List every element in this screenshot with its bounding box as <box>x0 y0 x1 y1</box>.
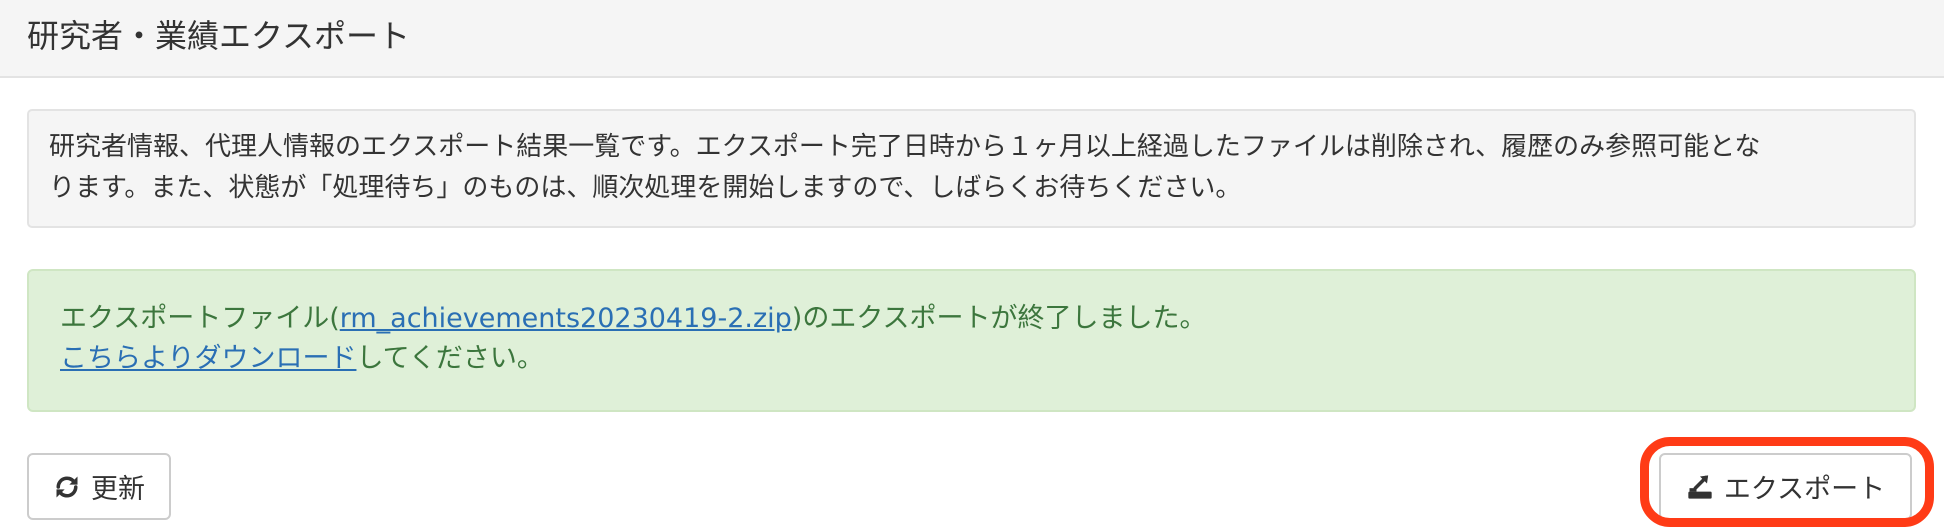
download-link[interactable]: こちらよりダウンロード <box>60 343 356 374</box>
success-message: エクスポートファイル(rm_achievements20230419-2.zip… <box>60 299 1914 339</box>
export-file-link[interactable]: rm_achievements20230419-2.zip <box>340 303 792 334</box>
refresh-icon <box>53 473 81 501</box>
success-message-prefix: エクスポートファイル( <box>60 303 340 334</box>
info-text-line-1: 研究者情報、代理人情報のエクスポート結果一覧です。エクスポート完了日時から１ヶ月… <box>49 132 1761 162</box>
info-panel: 研究者情報、代理人情報のエクスポート結果一覧です。エクスポート完了日時から１ヶ月… <box>27 109 1916 228</box>
page-title: 研究者・業績エクスポート <box>27 17 411 55</box>
page-header: 研究者・業績エクスポート <box>0 0 1944 78</box>
info-text-line-2: ります。また、状態が「処理待ち」のものは、順次処理を開始しますので、しばらくお待… <box>49 173 1242 203</box>
success-alert: エクスポートファイル(rm_achievements20230419-2.zip… <box>27 269 1916 412</box>
export-button[interactable]: エクスポート <box>1659 453 1912 520</box>
export-icon <box>1686 473 1714 501</box>
download-instruction: こちらよりダウンロードしてください。 <box>60 339 1914 379</box>
export-button-label: エクスポート <box>1723 474 1886 505</box>
refresh-button-label: 更新 <box>91 474 145 505</box>
success-message-suffix: )のエクスポートが終了しました。 <box>791 303 1207 334</box>
download-instruction-suffix: してください。 <box>356 343 544 374</box>
refresh-button[interactable]: 更新 <box>27 453 171 520</box>
